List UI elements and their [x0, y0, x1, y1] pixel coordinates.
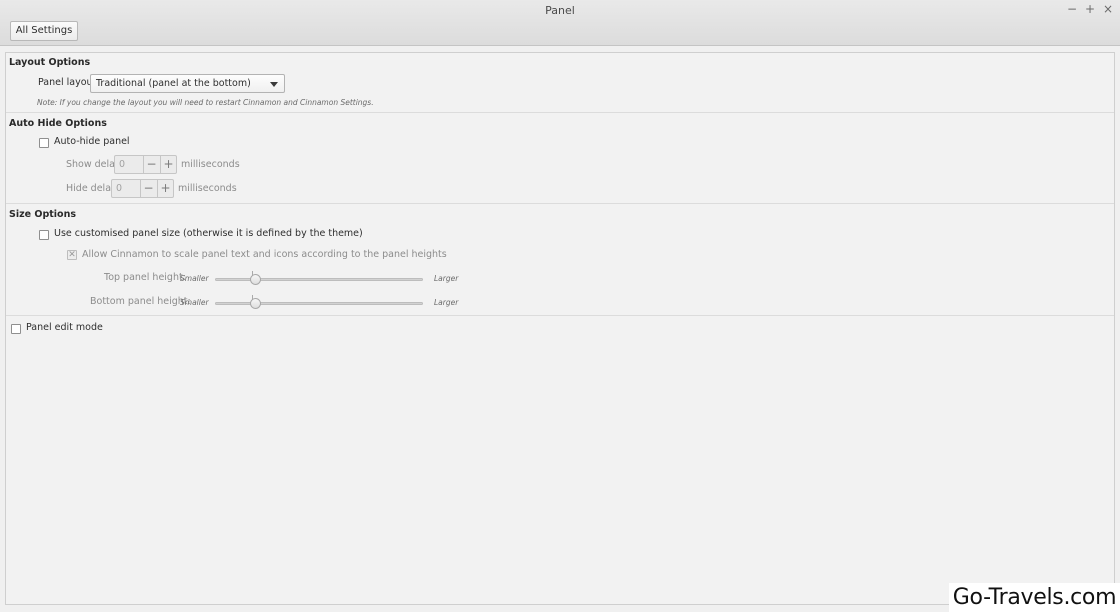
close-button[interactable]: ×	[1102, 2, 1114, 16]
show-delay-label: Show delay	[66, 159, 121, 170]
show-delay-increment-button[interactable]: +	[160, 156, 176, 173]
hide-delay-spinner[interactable]: 0 − +	[111, 179, 174, 198]
minimize-button[interactable]: −	[1066, 2, 1078, 16]
scale-panel-label: Allow Cinnamon to scale panel text and i…	[82, 249, 447, 260]
chevron-down-icon	[270, 82, 278, 87]
section-divider	[6, 203, 1114, 204]
top-panel-height-label: Top panel height:	[104, 272, 186, 283]
settings-window: Panel − + × All Settings Layout Options …	[0, 0, 1120, 612]
section-divider	[6, 315, 1114, 316]
window-controls: − + ×	[1066, 2, 1114, 16]
layout-note: Note: If you change the layout you will …	[37, 98, 374, 107]
bottom-panel-height-slider[interactable]	[215, 295, 423, 311]
hide-delay-decrement-button[interactable]: −	[140, 180, 156, 197]
bottom-panel-height-slider-handle[interactable]	[250, 298, 261, 309]
section-title-size-options: Size Options	[9, 209, 76, 220]
custom-panel-size-label: Use customised panel size (otherwise it …	[54, 228, 363, 239]
section-divider	[6, 112, 1114, 113]
scale-panel-checkbox[interactable]: ✕	[67, 250, 77, 260]
hide-delay-label: Hide delay	[66, 183, 117, 194]
slider-track	[215, 302, 423, 305]
top-panel-height-slider-handle[interactable]	[250, 274, 261, 285]
auto-hide-label: Auto-hide panel	[54, 136, 130, 147]
section-title-layout-options: Layout Options	[9, 57, 91, 68]
hide-delay-units: milliseconds	[178, 183, 237, 194]
settings-content: Layout Options Panel layout Traditional …	[5, 52, 1115, 605]
top-panel-height-slider[interactable]	[215, 271, 423, 287]
bottom-height-larger-label: Larger	[434, 298, 459, 307]
show-delay-spinner[interactable]: 0 − +	[114, 155, 177, 174]
window-title: Panel	[545, 4, 575, 17]
watermark: Go-Travels.com	[949, 583, 1120, 612]
top-height-smaller-label: Smaller	[180, 274, 209, 283]
all-settings-button[interactable]: All Settings	[10, 21, 78, 41]
show-delay-decrement-button[interactable]: −	[143, 156, 159, 173]
title-bar: Panel − + × All Settings	[0, 0, 1120, 46]
panel-edit-mode-label: Panel edit mode	[26, 322, 103, 333]
hide-delay-increment-button[interactable]: +	[157, 180, 173, 197]
maximize-button[interactable]: +	[1084, 2, 1096, 16]
top-height-larger-label: Larger	[434, 274, 459, 283]
hide-delay-value: 0	[116, 183, 123, 194]
panel-layout-dropdown[interactable]: Traditional (panel at the bottom)	[90, 74, 285, 93]
custom-panel-size-checkbox[interactable]	[39, 230, 49, 240]
section-title-auto-hide-options: Auto Hide Options	[9, 118, 107, 129]
checkmark-icon: ✕	[68, 250, 76, 260]
panel-layout-label: Panel layout	[38, 77, 97, 88]
show-delay-units: milliseconds	[181, 159, 240, 170]
auto-hide-checkbox[interactable]	[39, 138, 49, 148]
panel-layout-value: Traditional (panel at the bottom)	[96, 78, 251, 89]
bottom-panel-height-label: Bottom panel height:	[90, 296, 191, 307]
bottom-height-smaller-label: Smaller	[180, 298, 209, 307]
panel-edit-mode-checkbox[interactable]	[11, 324, 21, 334]
show-delay-value: 0	[119, 159, 126, 170]
slider-track	[215, 278, 423, 281]
